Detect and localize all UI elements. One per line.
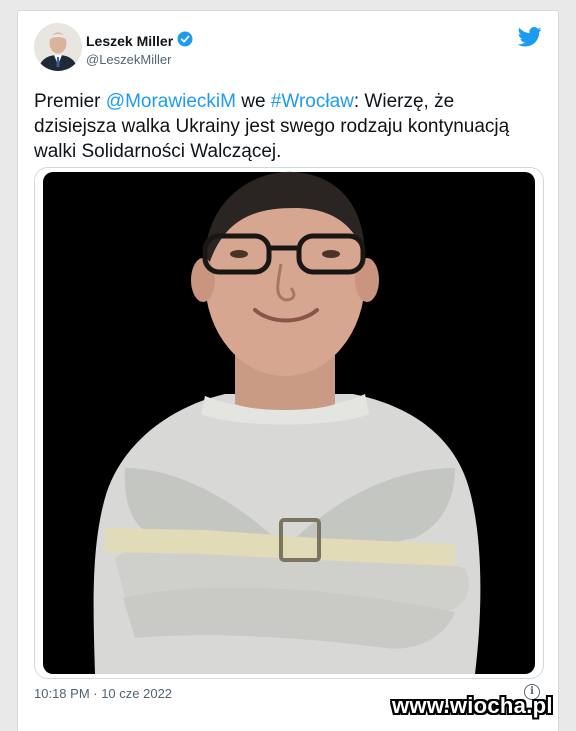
mention-link[interactable]: @MorawieckiM: [106, 91, 236, 112]
watermark-logo: www.wiocha.pl: [392, 693, 553, 718]
tweet-text: Premier @MorawieckiM we #Wrocław: Wierzę…: [34, 89, 534, 164]
tweet-card: Leszek Miller @LeszekMiller Premier @Mor…: [17, 10, 559, 731]
tweet-media-image[interactable]: [34, 167, 544, 679]
author-avatar[interactable]: [34, 23, 82, 71]
author-name-text: Leszek Miller: [86, 32, 174, 49]
tweet-text-prefix: Premier: [34, 91, 106, 112]
hashtag-link[interactable]: #Wrocław: [271, 91, 354, 112]
author-name[interactable]: Leszek Miller: [86, 31, 193, 50]
tweet-text-mid: we: [235, 91, 271, 112]
verified-badge-icon: [177, 31, 193, 50]
author-handle[interactable]: @LeszekMiller: [86, 52, 171, 67]
twitter-bird-icon[interactable]: [517, 27, 542, 47]
tweet-timestamp[interactable]: 10:18 PM · 10 cze 2022: [34, 686, 172, 701]
